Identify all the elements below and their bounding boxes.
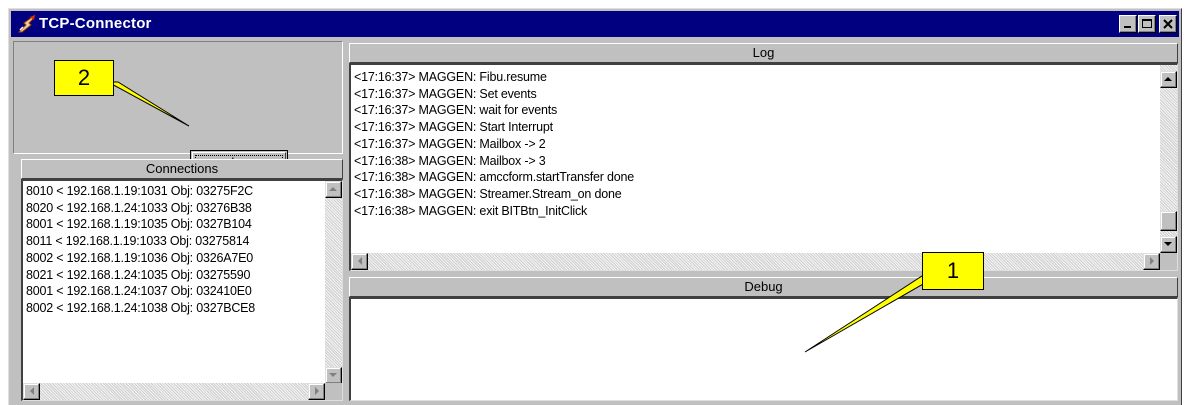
- scroll-right-button[interactable]: [308, 383, 325, 400]
- connections-header[interactable]: Connections: [21, 159, 343, 179]
- log-line[interactable]: <17:16:38> MAGGEN: Mailbox -> 3: [354, 153, 634, 170]
- arrow-right-icon: [1150, 257, 1154, 265]
- arrow-left-icon: [358, 257, 362, 265]
- scroll-corner: [325, 383, 342, 400]
- log-scroll-right-button[interactable]: [1143, 253, 1160, 270]
- arrow-right-icon: [315, 387, 319, 395]
- log-horizontal-scrollbar[interactable]: [351, 253, 1160, 270]
- scroll-left-button[interactable]: [23, 383, 40, 400]
- arrow-up-icon: [329, 187, 337, 191]
- maximize-button[interactable]: [1138, 15, 1156, 33]
- log-header[interactable]: Log: [349, 43, 1178, 63]
- arrow-down-icon: [329, 373, 337, 377]
- scroll-up-button[interactable]: [325, 181, 342, 198]
- log-list[interactable]: <17:16:37> MAGGEN: Fibu.resume <17:16:37>…: [349, 63, 1178, 271]
- callout-2: 2: [54, 60, 114, 96]
- log-line[interactable]: <17:16:38> MAGGEN: exit BITBtn_InitClick: [354, 203, 634, 220]
- minimize-button[interactable]: [1119, 15, 1137, 33]
- maximize-icon: [1142, 19, 1152, 28]
- control-panel: clear: [13, 41, 343, 177]
- arrow-left-icon: [30, 387, 34, 395]
- log-line[interactable]: <17:16:37> MAGGEN: wait for events: [354, 102, 634, 119]
- scroll-down-button[interactable]: [325, 367, 342, 384]
- log-line[interactable]: <17:16:37> MAGGEN: Fibu.resume: [354, 69, 634, 86]
- log-line[interactable]: <17:16:37> MAGGEN: Set events: [354, 86, 634, 103]
- close-icon: [1163, 19, 1173, 29]
- log-line[interactable]: <17:16:38> MAGGEN: Streamer.Stream_on do…: [354, 186, 634, 203]
- connections-list[interactable]: 8010 < 192.168.1.19:1031 Obj: 03275F2C 80…: [21, 179, 343, 401]
- connection-item[interactable]: 8021 < 192.168.1.24:1035 Obj: 03275590: [26, 267, 255, 284]
- log-vertical-scrollbar[interactable]: [1160, 65, 1177, 253]
- connection-item[interactable]: 8010 < 192.168.1.19:1031 Obj: 03275F2C: [26, 183, 255, 200]
- tcp-connector-window: TCP-Connector clear Connections 8010 < 1…: [8, 8, 1182, 405]
- log-line[interactable]: <17:16:37> MAGGEN: Mailbox -> 2: [354, 136, 634, 153]
- connection-item[interactable]: 8002 < 192.168.1.19:1036 Obj: 0326A7E0: [26, 250, 255, 267]
- arrow-down-icon: [1164, 242, 1172, 246]
- connection-item[interactable]: 8020 < 192.168.1.24:1033 Obj: 03276B38: [26, 200, 255, 217]
- connection-item[interactable]: 8002 < 192.168.1.24:1038 Obj: 0327BCE8: [26, 300, 255, 317]
- log-scroll-corner: [1160, 253, 1177, 270]
- connection-item[interactable]: 8001 < 192.168.1.24:1037 Obj: 032410E0: [26, 283, 255, 300]
- arrow-up-icon: [1164, 77, 1172, 81]
- log-scroll-thumb[interactable]: [1160, 211, 1177, 231]
- callout-1: 1: [922, 252, 984, 290]
- log-scroll-left-button[interactable]: [351, 253, 368, 270]
- connection-item[interactable]: 8001 < 192.168.1.19:1035 Obj: 0327B104: [26, 216, 255, 233]
- lightning-plug-icon: [17, 14, 36, 33]
- title-bar[interactable]: TCP-Connector: [11, 11, 1179, 37]
- log-line[interactable]: <17:16:38> MAGGEN: amccform.startTransfe…: [354, 169, 634, 186]
- window-title: TCP-Connector: [39, 15, 152, 32]
- connections-horizontal-scrollbar[interactable]: [23, 383, 325, 400]
- log-scroll-down-button[interactable]: [1160, 236, 1177, 253]
- log-line[interactable]: <17:16:37> MAGGEN: Start Interrupt: [354, 119, 634, 136]
- debug-header[interactable]: Debug: [349, 277, 1178, 297]
- debug-list[interactable]: [349, 297, 1178, 401]
- connection-item[interactable]: 8011 < 192.168.1.19:1033 Obj: 03275814: [26, 233, 255, 250]
- close-button[interactable]: [1159, 15, 1177, 33]
- log-scroll-up-button[interactable]: [1160, 71, 1177, 88]
- connections-vertical-scrollbar[interactable]: [325, 181, 342, 384]
- minimize-icon: [1124, 26, 1131, 28]
